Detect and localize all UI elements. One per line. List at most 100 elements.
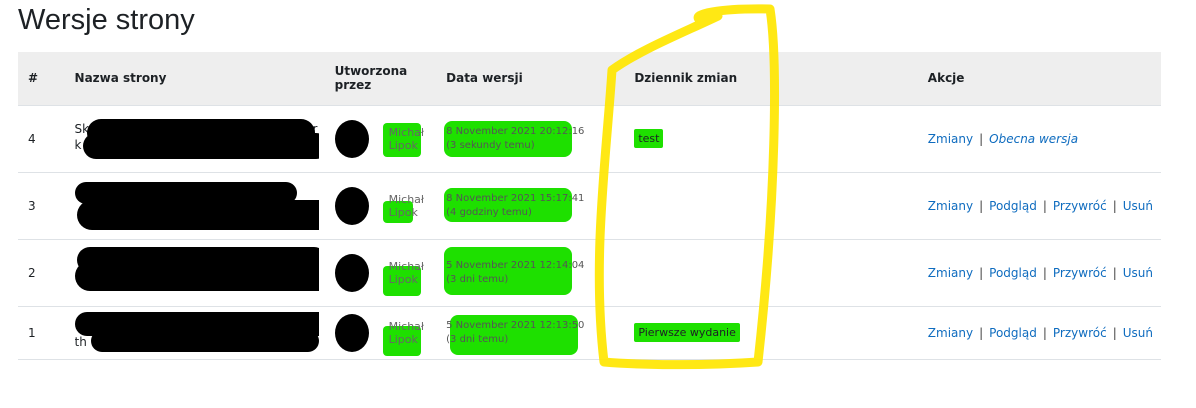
avatar[interactable] xyxy=(334,119,369,158)
changelog-cell xyxy=(616,239,909,306)
version-date: 8 November 2021 15:17:41 xyxy=(446,192,585,204)
version-date-cell: 8 November 2021 15:17:41 (4 godziny temu… xyxy=(438,172,616,239)
user-last-name: Lipok xyxy=(388,205,418,219)
page-name-cell xyxy=(66,239,327,306)
redaction-mark xyxy=(82,132,319,159)
page-title: Wersje strony xyxy=(18,4,195,36)
row-number: 3 xyxy=(28,198,36,213)
user-name-link[interactable]: Michał Lipok xyxy=(382,259,425,296)
actions-cell: Zmiany | Podgląd | Przywróć | Usuń xyxy=(910,239,1161,306)
restore-link[interactable]: Przywróć xyxy=(1053,266,1107,280)
version-date: 5 November 2021 12:14:04 xyxy=(446,259,585,271)
actions-cell: Zmiany | Podgląd | Przywróć | Usuń xyxy=(910,172,1161,239)
changes-link[interactable]: Zmiany xyxy=(928,266,973,280)
table-row: 4 Ska k r - s xyxy=(18,105,1161,172)
header-changelog: Dziennik zmian xyxy=(634,71,738,86)
changelog-text xyxy=(634,204,642,210)
changelog-cell: test xyxy=(616,105,909,172)
avatar[interactable] xyxy=(334,186,369,225)
page-name-redacted xyxy=(74,245,319,301)
delete-link[interactable]: Usuń xyxy=(1123,199,1153,213)
version-age: (3 dni temu) xyxy=(446,273,509,285)
version-date-cell: 5 November 2021 12:13:50 (3 dni temu) xyxy=(438,306,616,359)
page-name-redacted: th xyxy=(74,310,319,356)
user-last-name: Lipok xyxy=(388,272,418,286)
created-by-cell: Michał Lipok xyxy=(327,172,439,239)
header-created-by-line2: przez xyxy=(334,78,372,93)
separator: | xyxy=(1042,198,1047,213)
version-age: (4 godziny temu) xyxy=(446,206,532,218)
row-number: 2 xyxy=(28,265,36,280)
page-name-fragment: th xyxy=(75,334,87,350)
page-name-cell: th xyxy=(66,306,327,359)
header-version-date: Data wersji xyxy=(446,71,523,86)
separator: | xyxy=(1042,325,1047,340)
page-name-start: th xyxy=(74,334,87,349)
changes-link[interactable]: Zmiany xyxy=(928,326,973,340)
created-by-cell: Michał Lipok xyxy=(327,105,439,172)
row-number: 1 xyxy=(28,325,36,340)
user-first-name: Michał xyxy=(388,125,425,139)
table-row: 1 th Michał Lipok 5 November 2021 12:13:… xyxy=(18,306,1161,359)
separator: | xyxy=(979,265,984,280)
preview-link[interactable]: Podgląd xyxy=(989,266,1037,280)
versions-table: # Nazwa strony Utworzona przez Data wers… xyxy=(18,52,1161,360)
row-number: 4 xyxy=(28,131,36,146)
user-name-link[interactable]: Michał Lipok xyxy=(382,192,425,223)
version-age: (3 dni temu) xyxy=(446,333,509,345)
separator: | xyxy=(1112,325,1117,340)
delete-link[interactable]: Usuń xyxy=(1123,266,1153,280)
table-header-row: # Nazwa strony Utworzona przez Data wers… xyxy=(18,52,1161,105)
table-row: 2 Michał Lipok 5 November 2021 12:14:04 … xyxy=(18,239,1161,306)
user-name-link[interactable]: Michał Lipok xyxy=(382,122,425,157)
changes-link[interactable]: Zmiany xyxy=(928,132,973,146)
avatar[interactable] xyxy=(334,313,369,352)
version-date: 5 November 2021 12:13:50 xyxy=(446,319,585,331)
header-created-by-line1: Utworzona xyxy=(334,64,408,79)
page-name-redacted xyxy=(74,178,319,234)
page-name-redacted: Ska k r - s xyxy=(75,111,319,167)
user-name-link[interactable]: Michał Lipok xyxy=(382,319,425,356)
user-last-name: Lipok xyxy=(388,332,418,346)
created-by-cell: Michał Lipok xyxy=(327,306,439,359)
version-date-cell: 5 November 2021 12:14:04 (3 dni temu) xyxy=(438,239,616,306)
restore-link[interactable]: Przywróć xyxy=(1053,199,1107,213)
changelog-text xyxy=(634,271,642,277)
actions-cell: Zmiany | Obecna wersja xyxy=(910,105,1161,172)
user-first-name: Michał xyxy=(388,259,425,273)
actions-cell: Zmiany | Podgląd | Przywróć | Usuń xyxy=(910,306,1161,359)
header-created-by: Utworzona przez xyxy=(327,52,439,105)
separator: | xyxy=(979,131,984,146)
redaction-mark xyxy=(76,199,319,230)
page-name-cell xyxy=(66,172,327,239)
changes-link[interactable]: Zmiany xyxy=(928,199,973,213)
header-actions: Akcje xyxy=(927,71,965,86)
header-page-name: Nazwa strony xyxy=(74,71,167,86)
user-last-name: Lipok xyxy=(388,138,418,152)
version-date-cell: 8 November 2021 20:12:16 (3 sekundy temu… xyxy=(438,105,616,172)
separator: | xyxy=(979,198,984,213)
avatar[interactable] xyxy=(334,253,369,292)
user-first-name: Michał xyxy=(388,192,425,206)
version-date: 8 November 2021 20:12:16 xyxy=(446,125,585,137)
restore-link[interactable]: Przywróć xyxy=(1053,326,1107,340)
changelog-cell xyxy=(616,172,909,239)
version-age: (3 sekundy temu) xyxy=(446,139,535,151)
separator: | xyxy=(1112,198,1117,213)
redaction-mark xyxy=(74,260,319,291)
created-by-cell: Michał Lipok xyxy=(327,239,439,306)
page-name-cell: Ska k r - s xyxy=(66,105,327,172)
preview-link[interactable]: Podgląd xyxy=(989,326,1037,340)
changelog-cell: Pierwsze wydanie xyxy=(616,306,909,359)
changelog-text: Pierwsze wydanie xyxy=(634,323,740,342)
table-row: 3 Michał Lipok 8 November 2021 15:17:41 … xyxy=(18,172,1161,239)
redaction-mark xyxy=(90,329,319,352)
delete-link[interactable]: Usuń xyxy=(1123,326,1153,340)
preview-link[interactable]: Podgląd xyxy=(989,199,1037,213)
user-first-name: Michał xyxy=(388,319,425,333)
current-version-label: Obecna wersja xyxy=(989,131,1079,146)
separator: | xyxy=(1042,265,1047,280)
changelog-text: test xyxy=(634,129,664,148)
page-name-start-2: k xyxy=(74,137,82,152)
separator: | xyxy=(1112,265,1117,280)
